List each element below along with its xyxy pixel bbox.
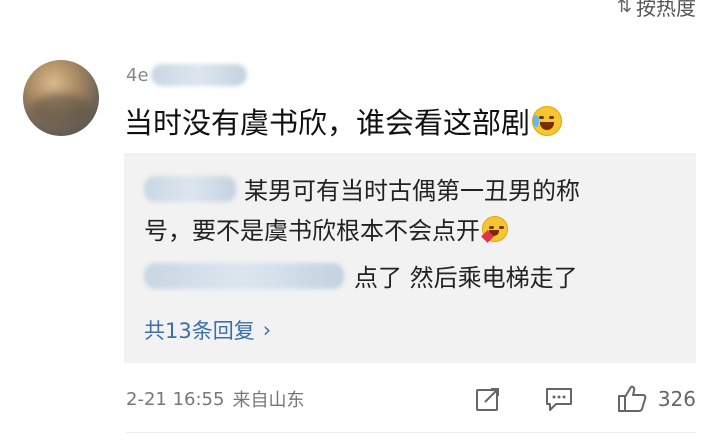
comment-time: 2-21 16:55	[126, 388, 225, 410]
reply-2-username-blur-mask	[144, 262, 344, 289]
comment-location: 来自山东	[232, 390, 305, 411]
sort-icon: ⇅	[616, 0, 632, 17]
like-button[interactable]: 326	[616, 384, 696, 414]
comment-icon	[545, 388, 572, 411]
chevron-right-icon: ›	[262, 318, 272, 342]
reply-2-text: 点了 然后乘电梯走了	[354, 264, 578, 292]
share-button[interactable]	[474, 385, 502, 413]
reply-1-line-1: 某男可有当时古偶第一丑男的称	[144, 171, 580, 206]
like-count: 326	[657, 387, 696, 411]
divider	[126, 432, 696, 433]
username-blur-mask	[150, 64, 247, 86]
comment-footer: 2-21 16:55 来自山东 326	[126, 384, 696, 414]
more-replies-label: 共13条回复	[144, 319, 255, 343]
comment-text: 当时没有虞书欣，谁会看这部剧	[124, 100, 563, 142]
reply-1-text-line-1: 某男可有当时古偶第一丑男的称	[244, 177, 580, 205]
sort-label: 按热度	[636, 0, 696, 20]
share-icon	[475, 388, 499, 411]
comment-actions: 326	[474, 384, 696, 414]
sort-by-hot-button[interactable]: ⇅ 按热度	[617, 0, 696, 21]
reply-button[interactable]	[544, 385, 574, 413]
username-visible-prefix: 4e	[126, 64, 149, 86]
replies-panel[interactable]: 某男可有当时古偶第一丑男的称 号，要不是虞书欣根本不会点开 点了 然后乘电梯走了…	[124, 153, 696, 363]
comment-body: 当时没有虞书欣，谁会看这部剧	[124, 106, 531, 140]
username[interactable]: 4e	[126, 64, 247, 86]
reply-1-text-line-2: 号，要不是虞书欣根本不会点开	[144, 217, 480, 245]
view-more-replies-link[interactable]: 共13条回复 ›	[144, 315, 271, 345]
thumbs-up-icon	[617, 385, 647, 412]
reply-1-line-2: 号，要不是虞书欣根本不会点开	[144, 211, 508, 246]
reply-1-username-blur-mask	[144, 175, 236, 202]
crying-laughing-emoji-icon	[532, 106, 563, 136]
avatar[interactable]	[23, 60, 99, 136]
reply-2: 点了 然后乘电梯走了	[144, 258, 578, 293]
kiss-emoji-icon	[481, 215, 508, 243]
